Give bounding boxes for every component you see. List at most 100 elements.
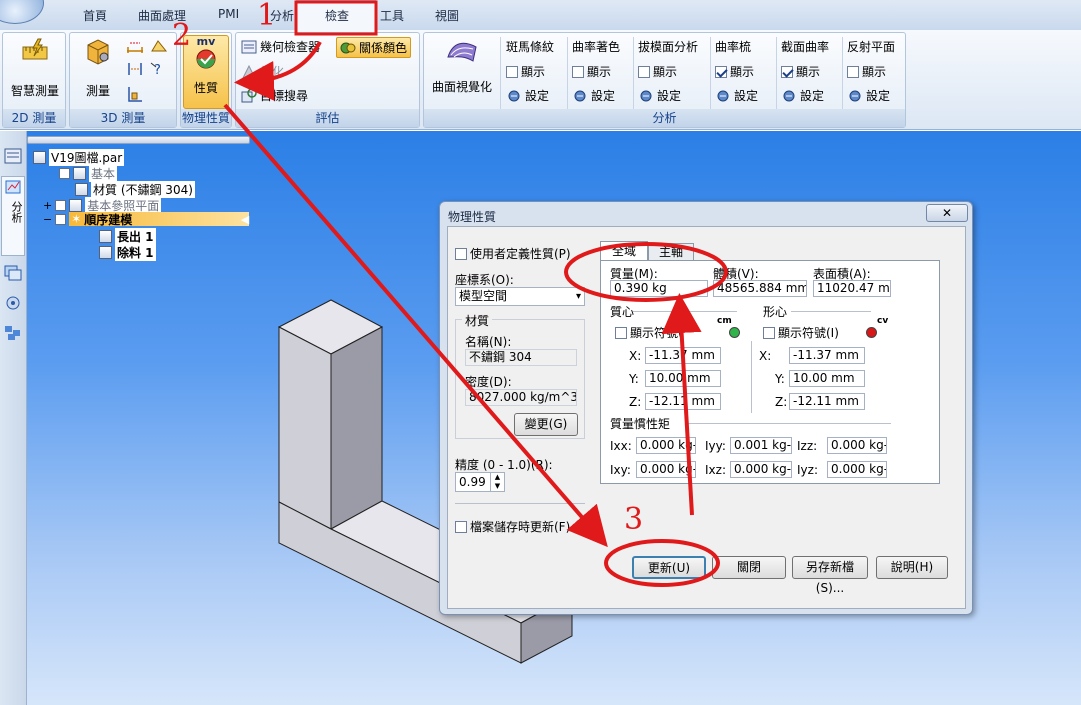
accuracy-spinner[interactable]: 0.99 ▲ ▼ bbox=[455, 472, 505, 492]
ixz-label: Ixz: bbox=[705, 463, 726, 477]
collapse-icon[interactable]: − bbox=[43, 213, 52, 226]
expand-icon[interactable]: + bbox=[43, 199, 52, 212]
spinner-arrows-icon[interactable]: ▲ ▼ bbox=[490, 473, 504, 491]
pathfinder-icon[interactable] bbox=[3, 147, 23, 165]
analysis-settings-button[interactable]: 設定 bbox=[715, 87, 758, 104]
help-button[interactable]: 說明(H) bbox=[876, 556, 948, 579]
update-on-save-checkbox[interactable]: 檔案儲存時更新(F) bbox=[455, 518, 570, 535]
analysis-show-checkbox[interactable]: 顯示 bbox=[506, 63, 545, 80]
material-group-label: 材質 bbox=[462, 312, 493, 329]
optimize-button[interactable]: 優化 bbox=[241, 63, 284, 80]
goal-seek-button[interactable]: 目標搜尋 bbox=[241, 87, 308, 104]
tree-checkbox[interactable] bbox=[59, 168, 70, 179]
density-label: 密度(D): bbox=[465, 375, 512, 389]
show-com-symbol-checkbox[interactable]: 顯示符號( bbox=[615, 324, 683, 341]
assembly-icon[interactable] bbox=[3, 324, 23, 342]
distance-icon[interactable] bbox=[126, 39, 144, 53]
tree-root-label: V19圖檔.par bbox=[49, 149, 125, 166]
dialog-close-button[interactable]: ✕ bbox=[926, 204, 968, 222]
analysis-settings-button[interactable]: 設定 bbox=[638, 87, 681, 104]
tree-checkbox[interactable] bbox=[55, 213, 67, 225]
layers-icon[interactable] bbox=[3, 264, 23, 282]
tree-checkbox[interactable] bbox=[55, 200, 67, 211]
relationship-color-button[interactable]: 關係顏色 bbox=[336, 37, 412, 58]
tab-global[interactable]: 全域 bbox=[600, 241, 648, 261]
analysis-show-checkbox[interactable]: 顯示 bbox=[781, 63, 820, 80]
surface-visualization-button[interactable]: 曲面視覺化 bbox=[427, 37, 497, 95]
tab-tools[interactable]: 工具 bbox=[380, 7, 404, 24]
analysis-show-checkbox[interactable]: 顯示 bbox=[572, 63, 611, 80]
cov-z-label: Z: bbox=[775, 395, 788, 409]
analysis-column-title: 曲率梳 bbox=[715, 40, 752, 54]
smart-measure-icon bbox=[22, 38, 48, 60]
analysis-settings-label: 設定 bbox=[866, 89, 891, 103]
tree-root[interactable]: V19圖檔.par bbox=[33, 149, 125, 166]
measure-button[interactable]: 測量 bbox=[74, 37, 122, 99]
update-button[interactable]: 更新(U) bbox=[632, 556, 706, 579]
app-button[interactable] bbox=[0, 0, 44, 24]
checkbox-box bbox=[638, 65, 650, 78]
analysis-column: 曲率著色 顯示 設定 bbox=[570, 33, 634, 111]
ordered-modeling-bar[interactable]: ✶ 順序建模 ◀ bbox=[69, 212, 250, 227]
tab-view[interactable]: 視圖 bbox=[435, 7, 459, 24]
dialog-title: 物理性質 bbox=[448, 210, 497, 224]
com-z-label: Z: bbox=[629, 395, 642, 409]
annotation-step-2: 2 bbox=[172, 18, 192, 53]
ixy-label: Ixy: bbox=[610, 463, 631, 477]
ribbon-tab-bar: 首頁 曲面處理 PMI 分析 檢查 工具 視圖 bbox=[0, 0, 1081, 32]
analysis-show-checkbox[interactable]: 顯示 bbox=[638, 63, 677, 80]
cov-x-field: -11.37 mm bbox=[789, 347, 865, 364]
user-defined-label: 使用者定義性質(P) bbox=[470, 247, 571, 261]
smart-measure-button[interactable]: 智慧測量 bbox=[7, 37, 63, 99]
separator bbox=[710, 37, 711, 109]
show-cov-symbol-checkbox[interactable]: 顯示符號(I) bbox=[763, 324, 839, 341]
tree-item-material[interactable]: 材質 (不鏽鋼 304) bbox=[75, 181, 195, 198]
material-icon bbox=[75, 183, 88, 196]
save-as-button[interactable]: 另存新檔(S)... bbox=[792, 556, 868, 595]
ixx-field: 0.000 kg-m bbox=[636, 437, 696, 454]
tree-item-cutout[interactable]: 除料 1 bbox=[99, 244, 156, 261]
close-button[interactable]: 關閉 bbox=[712, 556, 786, 579]
tab-principal[interactable]: 主軸 bbox=[648, 243, 694, 261]
area-field: 11020.47 mm^ bbox=[813, 280, 891, 297]
inspect-query-icon[interactable]: ? bbox=[150, 61, 168, 77]
rollback-marker-icon: ◀ bbox=[240, 212, 250, 226]
tree-item-protrusion[interactable]: 長出 1 bbox=[99, 228, 156, 245]
analysis-settings-button[interactable]: 設定 bbox=[847, 87, 890, 104]
tab-inspect[interactable]: 檢查 bbox=[325, 7, 349, 24]
tree-item-base[interactable]: 基本 bbox=[59, 165, 118, 182]
tab-pmi[interactable]: PMI bbox=[218, 7, 239, 21]
analysis-settings-button[interactable]: 設定 bbox=[506, 87, 549, 104]
volume-field: 48565.884 mm^3 bbox=[713, 280, 807, 297]
user-defined-checkbox[interactable]: 使用者定義性質(P) bbox=[455, 245, 571, 262]
accuracy-label: 精度 (0 - 1.0)(R): bbox=[455, 458, 553, 472]
analysis-settings-button[interactable]: 設定 bbox=[781, 87, 824, 104]
tree-splitter-handle[interactable] bbox=[27, 136, 250, 144]
normal-distance-icon[interactable] bbox=[126, 85, 144, 103]
group-2d-measure: 智慧測量 2D 測量 bbox=[2, 32, 66, 128]
part-file-icon bbox=[33, 151, 46, 164]
analysis-show-checkbox[interactable]: 顯示 bbox=[847, 63, 886, 80]
angle-icon[interactable] bbox=[150, 39, 168, 53]
analysis-settings-icon bbox=[574, 90, 586, 101]
svg-text:?: ? bbox=[154, 63, 161, 77]
settings-gear-icon[interactable] bbox=[3, 294, 23, 312]
geometry-inspector-button[interactable]: 幾何檢查器 bbox=[241, 38, 320, 55]
analysis-side-tab[interactable]: 分析 bbox=[1, 176, 25, 256]
coord-system-select[interactable]: 模型空間 ▾ bbox=[455, 287, 585, 306]
analysis-settings-button[interactable]: 設定 bbox=[572, 87, 615, 104]
tree-item-ordered[interactable]: − ✶ 順序建模 ◀ bbox=[43, 212, 250, 227]
ixx-label: Ixx: bbox=[610, 439, 632, 453]
analysis-column: 曲率梳 顯示 設定 bbox=[713, 33, 777, 111]
checkbox-box bbox=[455, 520, 467, 533]
tab-home[interactable]: 首頁 bbox=[83, 7, 107, 24]
min-distance-icon[interactable] bbox=[126, 61, 144, 77]
change-material-button[interactable]: 變更(G) bbox=[514, 413, 578, 436]
analysis-settings-icon bbox=[783, 90, 795, 101]
surface-visualization-icon bbox=[447, 42, 477, 62]
group-eval-footer: 評估 bbox=[236, 109, 419, 127]
analysis-show-checkbox[interactable]: 顯示 bbox=[715, 63, 754, 80]
group-analysis-footer: 分析 bbox=[424, 109, 905, 127]
divider bbox=[685, 423, 891, 424]
measure-3d-icon bbox=[87, 39, 109, 65]
